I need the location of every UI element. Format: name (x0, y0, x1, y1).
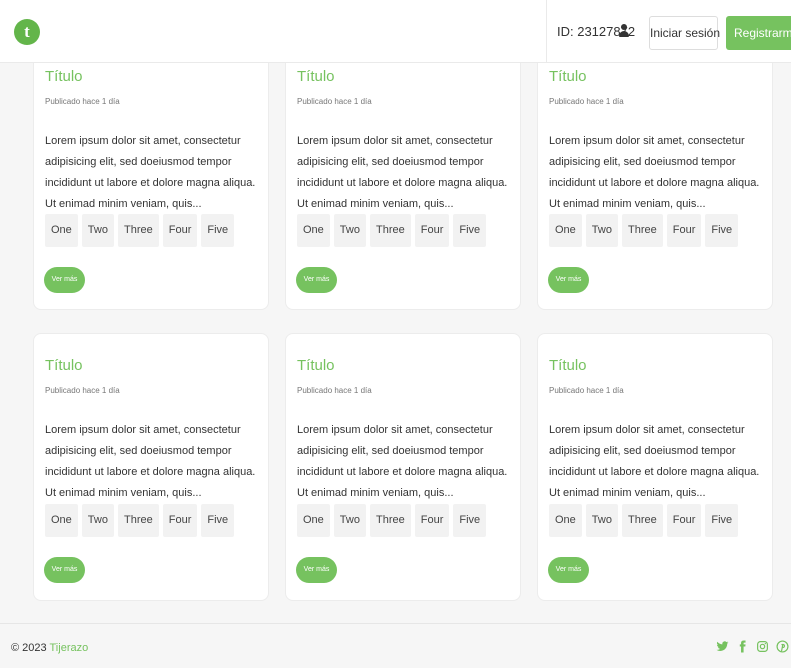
tag[interactable]: One (549, 504, 582, 537)
facebook-icon[interactable] (736, 640, 749, 653)
tag[interactable]: Two (333, 504, 366, 537)
card-text: Lorem ipsum dolor sit amet, consectetur … (297, 135, 508, 210)
see-more-button[interactable]: Ver más (296, 557, 337, 583)
tag[interactable]: Five (705, 214, 739, 247)
tag[interactable]: Four (414, 214, 450, 247)
tag[interactable]: Two (333, 214, 366, 247)
tag[interactable]: Two (81, 214, 114, 247)
see-more-button[interactable]: Ver más (548, 267, 589, 293)
card-title: Título (549, 68, 587, 85)
tag[interactable]: Two (81, 504, 114, 537)
see-more-button[interactable]: Ver más (296, 267, 337, 293)
card-date: Publicado hace 1 día (549, 97, 624, 106)
tag[interactable]: One (45, 214, 78, 247)
tag[interactable]: Three (621, 504, 663, 537)
card-text: Lorem ipsum dolor sit amet, consectetur … (549, 424, 760, 499)
post-card: Título Publicado hace 1 día Lorem ipsum … (537, 333, 773, 601)
card-title: Título (297, 68, 335, 85)
instagram-icon[interactable] (756, 640, 769, 653)
tag[interactable]: Four (414, 504, 450, 537)
twitter-icon[interactable] (716, 640, 729, 653)
tag-list: One Two Three Four Five (297, 214, 487, 247)
user-icon[interactable] (619, 24, 629, 37)
card-title: Título (549, 357, 587, 374)
tag[interactable]: Five (705, 504, 739, 537)
tag[interactable]: One (549, 214, 582, 247)
tag-list: One Two Three Four Five (549, 214, 739, 247)
tag[interactable]: Three (369, 214, 411, 247)
social-links (716, 640, 789, 653)
pinterest-icon[interactable] (776, 640, 789, 653)
card-title: Título (45, 68, 83, 85)
card-date: Publicado hace 1 día (549, 386, 624, 395)
tag[interactable]: Four (162, 504, 198, 537)
logo-icon[interactable]: t (14, 19, 40, 45)
tag[interactable]: Four (162, 214, 198, 247)
card-date: Publicado hace 1 día (297, 386, 372, 395)
tag[interactable]: Five (453, 214, 487, 247)
tag[interactable]: Four (666, 504, 702, 537)
tag[interactable]: One (45, 504, 78, 537)
tag-list: One Two Three Four Five (549, 504, 739, 537)
tag[interactable]: Four (666, 214, 702, 247)
see-more-button[interactable]: Ver más (548, 557, 589, 583)
top-navbar: t ID: 23127872 Iniciar sesión Registrarm… (0, 0, 791, 63)
post-card: Título Publicado hace 1 día Lorem ipsum … (33, 333, 269, 601)
tag[interactable]: One (297, 214, 330, 247)
login-button[interactable]: Iniciar sesión (649, 16, 720, 50)
card-date: Publicado hace 1 día (297, 97, 372, 106)
see-more-button[interactable]: Ver más (44, 267, 85, 293)
card-title: Título (297, 357, 335, 374)
card-date: Publicado hace 1 día (45, 97, 120, 106)
copyright-text: © 2023 (11, 642, 47, 654)
tag[interactable]: Three (117, 214, 159, 247)
tag[interactable]: Three (117, 504, 159, 537)
tag[interactable]: Two (585, 504, 618, 537)
tag[interactable]: One (297, 504, 330, 537)
tag[interactable]: Five (201, 504, 235, 537)
tag[interactable]: Five (201, 214, 235, 247)
copyright: © 2023 Tijerazo (11, 642, 88, 654)
brand-link[interactable]: Tijerazo (50, 642, 89, 654)
card-grid: Título Publicado hace 1 día Lorem ipsum … (0, 0, 791, 610)
card-date: Publicado hace 1 día (45, 386, 120, 395)
tag-list: One Two Three Four Five (45, 504, 235, 537)
card-text: Lorem ipsum dolor sit amet, consectetur … (297, 424, 508, 499)
tag[interactable]: Three (369, 504, 411, 537)
register-button[interactable]: Registrarme (726, 16, 791, 50)
nav-user-area: ID: 23127872 Iniciar sesión Registrarme (546, 0, 791, 63)
tag[interactable]: Two (585, 214, 618, 247)
tag[interactable]: Three (621, 214, 663, 247)
card-text: Lorem ipsum dolor sit amet, consectetur … (45, 135, 256, 210)
tag[interactable]: Five (453, 504, 487, 537)
footer: © 2023 Tijerazo (0, 623, 791, 668)
tag-list: One Two Three Four Five (297, 504, 487, 537)
post-card: Título Publicado hace 1 día Lorem ipsum … (285, 333, 521, 601)
card-title: Título (45, 357, 83, 374)
see-more-button[interactable]: Ver más (44, 557, 85, 583)
card-text: Lorem ipsum dolor sit amet, consectetur … (45, 424, 256, 499)
tag-list: One Two Three Four Five (45, 214, 235, 247)
card-text: Lorem ipsum dolor sit amet, consectetur … (549, 135, 760, 210)
